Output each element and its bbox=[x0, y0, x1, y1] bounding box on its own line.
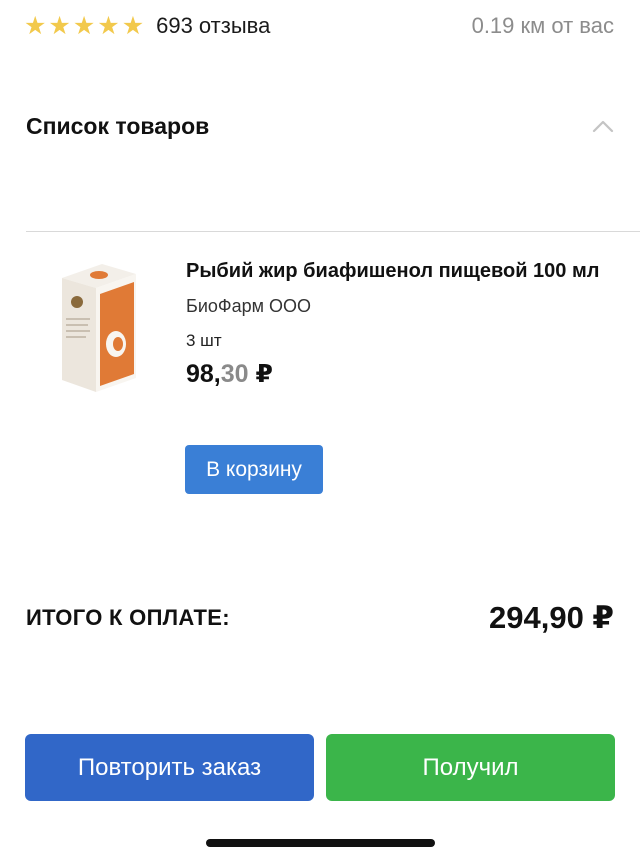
product-price: 98,30 ₽ bbox=[186, 359, 620, 389]
product-manufacturer: БиоФарм ООО bbox=[186, 296, 311, 316]
home-indicator[interactable] bbox=[206, 839, 435, 847]
store-rating-row: ★ ★ ★ ★ ★ 693 отзыва 0.19 км от вас bbox=[24, 8, 614, 44]
order-details-screen: ★ ★ ★ ★ ★ 693 отзыва 0.19 км от вас Спис… bbox=[0, 0, 640, 859]
star-icon: ★ bbox=[72, 11, 96, 40]
star-icon: ★ bbox=[97, 11, 120, 40]
received-button[interactable]: Получил bbox=[326, 734, 615, 801]
price-kopecks: 30 bbox=[220, 360, 249, 388]
rating-stars: ★ ★ ★ ★ ★ bbox=[24, 11, 145, 40]
add-to-cart-button[interactable]: В корзину bbox=[185, 445, 323, 494]
total-label: ИТОГО К ОПЛАТЕ: bbox=[26, 605, 230, 630]
chevron-up-icon[interactable] bbox=[590, 113, 616, 139]
star-icon: ★ bbox=[24, 11, 47, 40]
product-list-header[interactable]: Список товаров bbox=[26, 104, 616, 148]
order-total-row: ИТОГО К ОПЛАТЕ: 294,90 ₽ bbox=[26, 596, 614, 640]
total-value: 294,90 ₽ bbox=[489, 600, 614, 635]
distance-label: 0.19 км от вас bbox=[471, 13, 614, 38]
star-icon: ★ bbox=[48, 11, 71, 40]
product-info: Рыбий жир биафишенол пищевой 100 мл БиоФ… bbox=[186, 256, 620, 389]
currency-sign: ₽ bbox=[255, 360, 273, 388]
repeat-order-button[interactable]: Повторить заказ bbox=[25, 734, 314, 801]
star-icon: ★ bbox=[121, 11, 145, 40]
section-title: Список товаров bbox=[26, 112, 210, 139]
product-name[interactable]: Рыбий жир биафишенол пищевой 100 мл bbox=[186, 256, 620, 286]
product-quantity: 3 шт bbox=[186, 331, 222, 350]
price-rubles: 98, bbox=[186, 360, 221, 388]
reviews-count[interactable]: 693 отзыва bbox=[156, 13, 270, 39]
product-box-image[interactable] bbox=[52, 260, 138, 395]
divider bbox=[26, 231, 640, 232]
